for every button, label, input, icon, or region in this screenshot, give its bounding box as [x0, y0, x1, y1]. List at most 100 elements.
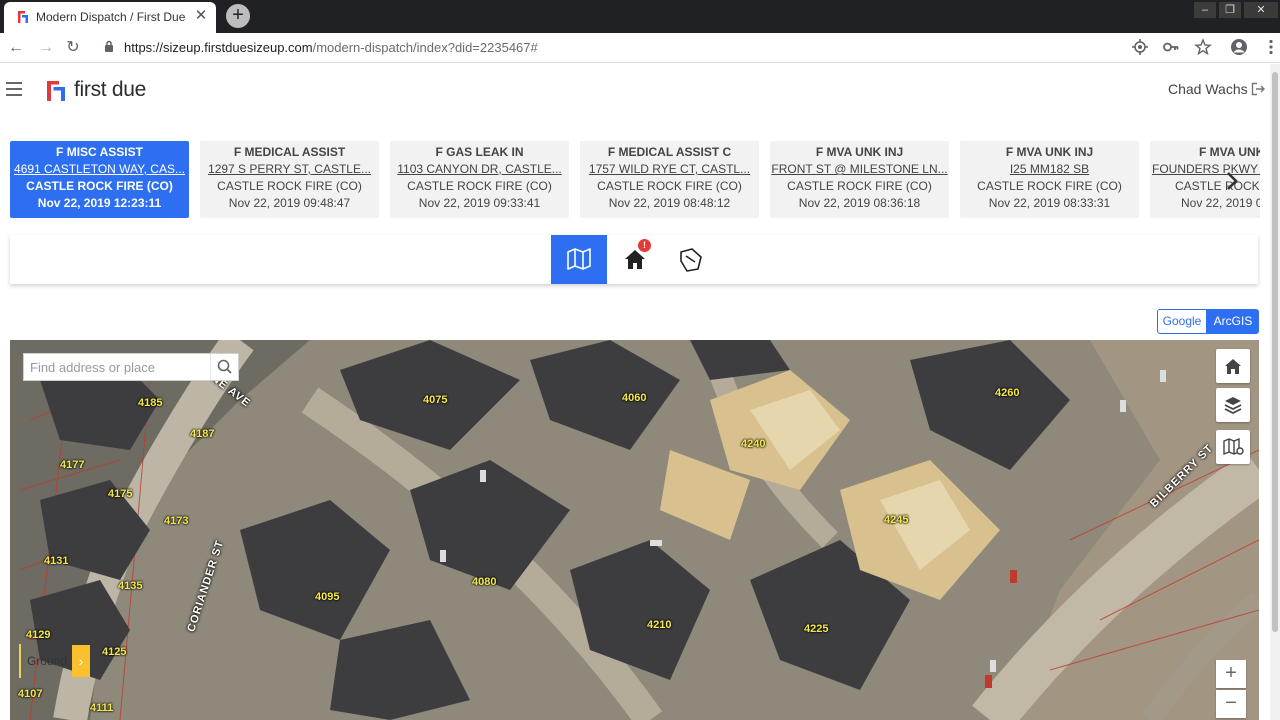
incident-address[interactable]: 1757 WILD RYE CT, CASTL... [580, 161, 759, 178]
incident-card[interactable]: F MEDICAL ASSIST 1297 S PERRY ST, CASTLE… [200, 141, 379, 218]
basemap-gallery-button[interactable] [1216, 430, 1250, 464]
browser-tab-title: Modern Dispatch / First Due [36, 10, 186, 24]
chevron-right-icon: › [72, 645, 90, 677]
app-header: first due Chad Wachs [0, 64, 1270, 116]
browser-menu-icon[interactable] [1262, 38, 1280, 56]
page-scrollbar[interactable] [1270, 64, 1280, 720]
back-icon[interactable]: ← [5, 37, 27, 59]
address-label: 4173 [164, 515, 189, 527]
preplan-view-button[interactable]: ! [607, 235, 663, 284]
favicon-icon [18, 11, 28, 23]
location-icon[interactable] [1131, 38, 1149, 56]
incident-card[interactable]: F MVA UNK INJ I25 MM182 SB CASTLE ROCK F… [960, 141, 1139, 218]
incident-type: F GAS LEAK IN [435, 145, 524, 159]
map-view-button[interactable] [551, 235, 607, 284]
address-label: 4131 [44, 555, 69, 567]
incident-address[interactable]: FOUNDERS PKWY @ [1150, 161, 1260, 178]
incident-agency: CASTLE ROCK FIRE (CO) [597, 179, 742, 193]
incident-card[interactable]: F MEDICAL ASSIST C 1757 WILD RYE CT, CAS… [580, 141, 759, 218]
ground-level-toggle[interactable]: Ground › [19, 644, 90, 678]
profile-icon[interactable] [1230, 38, 1248, 56]
bookmark-star-icon[interactable] [1194, 38, 1212, 56]
address-label: 4260 [995, 387, 1020, 399]
map-home-button[interactable] [1216, 349, 1250, 383]
zoom-out-button[interactable]: − [1216, 690, 1246, 718]
address-label: 4107 [18, 688, 43, 700]
first-due-logo-icon [47, 81, 65, 101]
incident-type: F MEDICAL ASSIST C [607, 145, 732, 159]
incident-address[interactable]: 1297 S PERRY ST, CASTLE... [200, 161, 379, 178]
address-label: 4075 [423, 394, 448, 406]
scrollbar-thumb[interactable] [1272, 72, 1278, 632]
home-icon [1225, 359, 1241, 374]
url-path: /modern-dispatch/index?did=2235467# [312, 40, 538, 55]
map-view[interactable]: NE AVE CORIANDER ST BILBERRY ST 4185 418… [10, 340, 1259, 720]
incident-type: F MISC ASSIST [56, 145, 143, 159]
carousel-next-icon[interactable] [1221, 170, 1243, 192]
incident-card[interactable]: F MVA UNK INJ FRONT ST @ MILESTONE LN...… [770, 141, 949, 218]
window-maximize-button[interactable]: ❐ [1219, 2, 1241, 18]
incident-address[interactable]: I25 MM182 SB [960, 161, 1139, 178]
incident-agency: CASTLE ROCK FIRE (CO) [787, 179, 932, 193]
address-label: 4060 [622, 392, 647, 404]
map-search [23, 353, 239, 381]
incident-time: Nov 22, 2019 12:23:11 [37, 196, 162, 210]
incident-card[interactable]: F GAS LEAK IN 1103 CANYON DR, CASTLE... … [390, 141, 569, 218]
incident-address[interactable]: 4691 CASTLETON WAY, CAS... [10, 161, 189, 178]
map-layers-button[interactable] [1216, 388, 1250, 422]
hamburger-menu-icon[interactable] [6, 82, 22, 96]
incident-card[interactable]: F MISC ASSIST 4691 CASTLETON WAY, CAS...… [10, 141, 189, 218]
address-label: 4111 [90, 702, 114, 714]
zoom-in-button[interactable]: + [1216, 660, 1246, 688]
incident-agency: CASTLE ROCK F [1175, 179, 1260, 193]
address-label: 4177 [60, 459, 85, 471]
arcgis-map-source-button[interactable]: ArcGIS [1207, 309, 1259, 334]
incident-type: F MVA UNK I [1199, 145, 1260, 159]
map-search-input[interactable] [24, 354, 210, 380]
basemap-icon [1223, 437, 1244, 456]
address-label: 4210 [647, 619, 672, 631]
browser-tab[interactable]: Modern Dispatch / First Due ✕ [4, 2, 216, 33]
address-label: 4095 [315, 591, 340, 603]
ground-label: Ground [27, 654, 68, 668]
incident-time: Nov 22, 2019 0 [1181, 196, 1260, 210]
incident-agency: CASTLE ROCK FIRE (CO) [977, 179, 1122, 193]
key-icon[interactable] [1162, 38, 1180, 56]
window-close-button[interactable]: ✕ [1244, 2, 1278, 18]
incident-address[interactable]: 1103 CANYON DR, CASTLE... [390, 161, 569, 178]
incident-time: Nov 22, 2019 09:48:47 [228, 196, 351, 210]
address-label: 4240 [741, 438, 766, 450]
address-label: 4135 [118, 580, 143, 592]
address-bar[interactable]: https://sizeup.firstduesizeup.com/modern… [124, 40, 538, 55]
incident-address[interactable]: FRONT ST @ MILESTONE LN... [770, 161, 949, 178]
forward-icon[interactable]: → [35, 37, 57, 59]
tags-view-button[interactable] [663, 235, 719, 284]
close-tab-icon[interactable]: ✕ [192, 7, 210, 25]
alert-badge: ! [638, 239, 651, 252]
address-label: 4245 [884, 514, 909, 526]
window-minimize-button[interactable]: – [1194, 2, 1216, 18]
reload-icon[interactable]: ↻ [62, 37, 84, 59]
logo-text: first due [74, 78, 146, 101]
view-switcher: ! [10, 235, 1258, 284]
incident-time: Nov 22, 2019 08:36:18 [798, 196, 921, 210]
incident-card[interactable]: F MVA UNK I FOUNDERS PKWY @ CASTLE ROCK … [1150, 141, 1260, 218]
map-icon [567, 248, 591, 270]
incident-carousel: F MISC ASSIST 4691 CASTLETON WAY, CAS...… [10, 141, 1260, 219]
user-name[interactable]: Chad Wachs [1168, 81, 1248, 97]
address-label: 4225 [804, 623, 829, 635]
logout-icon[interactable] [1251, 82, 1265, 96]
incident-agency: CASTLE ROCK FIRE (CO) [407, 179, 552, 193]
incident-type: F MVA UNK INJ [1005, 145, 1094, 159]
incident-time: Nov 22, 2019 08:48:12 [608, 196, 731, 210]
url-host: https://sizeup.firstduesizeup.com [124, 40, 313, 55]
new-tab-button[interactable]: + [226, 4, 250, 28]
search-button[interactable] [210, 354, 238, 380]
address-label: 4080 [472, 576, 497, 588]
address-label: 4187 [190, 428, 215, 440]
google-map-source-button[interactable]: Google [1157, 309, 1207, 334]
address-label: 4185 [138, 397, 163, 409]
address-label: 4175 [108, 488, 133, 500]
address-label: 4129 [26, 629, 51, 641]
incident-time: Nov 22, 2019 08:33:31 [988, 196, 1111, 210]
